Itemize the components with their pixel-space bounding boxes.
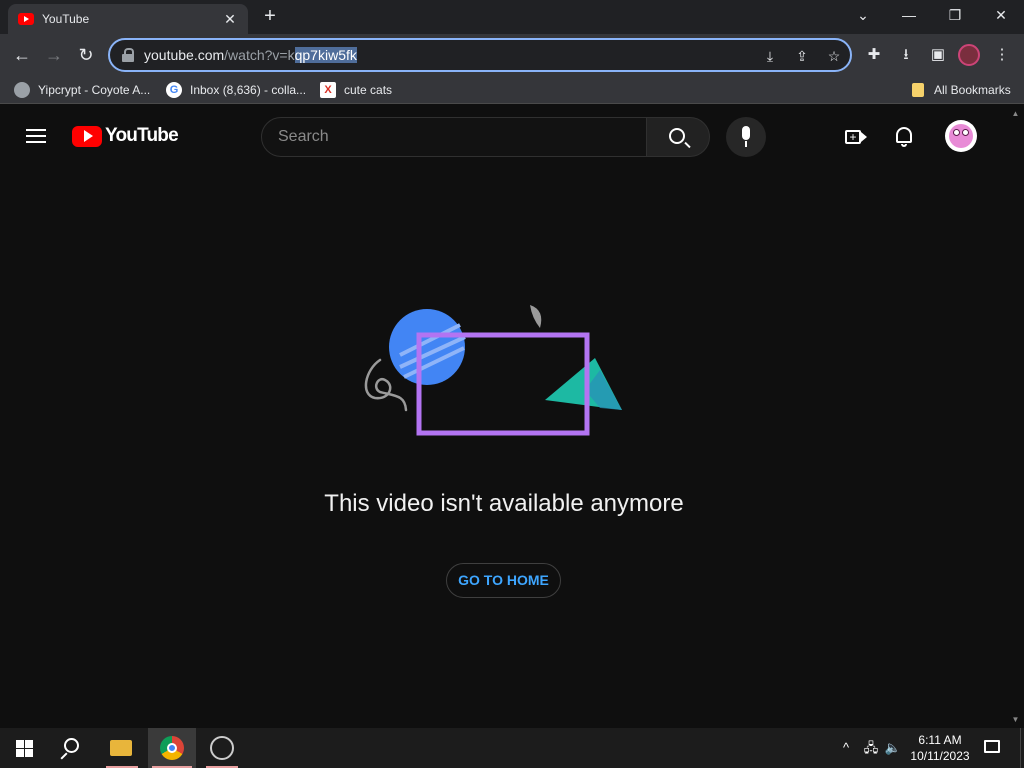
clock-date: 10/11/2023 — [910, 749, 970, 763]
globe-icon — [14, 82, 30, 98]
all-bookmarks-label: All Bookmarks — [934, 83, 1011, 97]
bookmark-label: Inbox (8,636) - colla... — [190, 83, 307, 97]
folder-icon — [912, 83, 924, 97]
network-icon[interactable]: 🖧 — [860, 728, 882, 768]
bookmark-item[interactable]: X cute cats — [320, 82, 392, 98]
url-selected-text: qp7kiw5fk — [294, 47, 357, 63]
address-bar[interactable]: youtube.com/watch?v=k qp7kiw5fk ⤓ ⇪ ☆ — [108, 38, 852, 72]
taskbar-search-icon[interactable] — [48, 728, 96, 768]
volume-icon[interactable]: 🔈 — [882, 728, 904, 768]
browser-toolbar: ← → ↻ youtube.com/watch?v=k qp7kiw5fk ⤓ ⇪… — [0, 34, 1024, 76]
obs-studio-icon[interactable] — [198, 728, 246, 768]
notification-center-icon[interactable] — [980, 728, 1004, 768]
menu-kebab-icon[interactable]: ⋮ — [990, 43, 1014, 67]
search-input[interactable] — [278, 128, 646, 146]
url-host: youtube.com — [144, 47, 225, 63]
youtube-header: YouTube + — [0, 105, 1007, 167]
reload-icon[interactable]: ↻ — [72, 41, 100, 69]
scroll-up-arrow-icon[interactable]: ▲ — [1007, 109, 1024, 118]
file-explorer-icon[interactable] — [98, 728, 146, 768]
youtube-logo[interactable]: YouTube — [72, 125, 179, 147]
voice-search-button[interactable] — [726, 117, 766, 157]
profile-avatar[interactable] — [958, 44, 980, 66]
all-bookmarks-button[interactable]: All Bookmarks — [912, 82, 1011, 98]
side-panel-icon[interactable]: ▣ — [926, 43, 950, 67]
x-icon: X — [320, 82, 336, 98]
google-icon: G — [166, 82, 182, 98]
restore-button[interactable]: ❐ — [932, 0, 978, 30]
clock-time: 6:11 AM — [918, 733, 962, 747]
page-scrollbar[interactable]: ▲ ▼ — [1007, 105, 1024, 728]
bookmark-item[interactable]: G Inbox (8,636) - colla... — [166, 82, 306, 98]
youtube-logo-text: YouTube — [105, 125, 179, 146]
windows-start-icon[interactable] — [0, 728, 48, 768]
notifications-bell-icon[interactable] — [892, 125, 916, 149]
extensions-puzzle-icon[interactable]: ✚ — [862, 43, 886, 67]
search-icon — [669, 128, 685, 144]
lock-icon[interactable] — [122, 48, 134, 62]
share-icon[interactable]: ⇪ — [792, 46, 812, 66]
install-app-icon[interactable]: ⤓ — [760, 46, 780, 66]
show-hidden-icons-chevron-icon[interactable]: ^ — [836, 728, 856, 768]
back-arrow-icon[interactable]: ← — [8, 41, 36, 69]
screen: YouTube ✕ + ⌄ — ❐ ✕ ← → ↻ youtube.com/wa… — [0, 0, 1024, 768]
minimize-button[interactable]: — — [886, 0, 932, 30]
create-video-icon[interactable]: + — [844, 125, 868, 149]
bookmarks-bar: Yipcrypt - Coyote A... G Inbox (8,636) -… — [0, 76, 1024, 104]
tab-youtube[interactable]: YouTube ✕ — [8, 4, 248, 34]
grey-shard — [530, 305, 542, 328]
url-path: /watch?v=k — [224, 47, 295, 63]
video-unavailable-illustration — [364, 305, 622, 436]
youtube-favicon-icon — [18, 13, 34, 25]
hamburger-menu-icon[interactable] — [26, 129, 46, 143]
youtube-play-icon — [72, 125, 102, 147]
windows-taskbar: ^ 🖧 🔈 6:11 AM 10/11/2023 — [0, 728, 1024, 768]
system-clock[interactable]: 6:11 AM 10/11/2023 — [902, 732, 978, 764]
downloads-icon[interactable]: ⭳ — [894, 43, 918, 67]
tab-close-icon[interactable]: ✕ — [222, 11, 238, 28]
unavailable-message: This video isn't available anymore — [324, 490, 684, 517]
close-window-button[interactable]: ✕ — [978, 0, 1024, 30]
go-to-home-button[interactable]: GO TO HOME — [446, 563, 561, 598]
bookmark-label: cute cats — [344, 83, 393, 97]
blue-circle — [389, 309, 465, 385]
new-tab-button[interactable]: + — [258, 5, 282, 29]
microphone-icon — [742, 126, 750, 140]
bookmark-item[interactable]: Yipcrypt - Coyote A... — [14, 82, 150, 98]
bookmark-star-icon[interactable]: ☆ — [824, 46, 844, 66]
tab-search-button[interactable]: ⌄ — [840, 0, 886, 30]
search-button[interactable] — [646, 117, 710, 157]
show-desktop-button[interactable] — [1020, 728, 1024, 768]
tab-strip: YouTube ✕ + ⌄ — ❐ ✕ — [0, 0, 1024, 34]
chrome-taskbar-icon[interactable] — [148, 728, 196, 768]
search-box[interactable] — [261, 117, 647, 157]
account-avatar[interactable] — [945, 120, 977, 152]
bookmark-label: Yipcrypt - Coyote A... — [38, 83, 151, 97]
forward-arrow-icon[interactable]: → — [40, 41, 68, 69]
scroll-down-arrow-icon[interactable]: ▼ — [1007, 715, 1024, 724]
tab-title: YouTube — [42, 12, 90, 26]
